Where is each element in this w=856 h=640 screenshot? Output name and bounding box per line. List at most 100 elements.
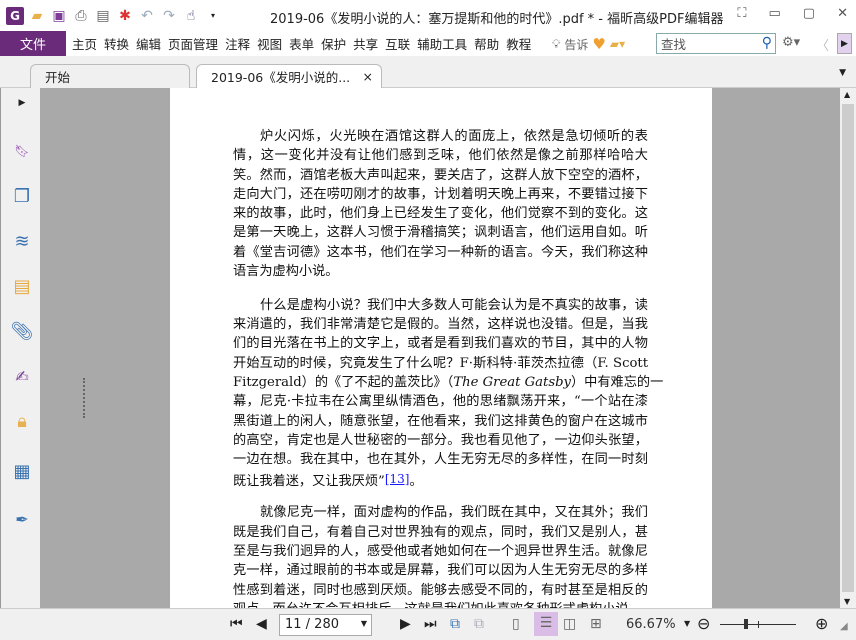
window-title: 2019-06《发明小说的人：塞万提斯和他的时代》.pdf * - 福昕高级PD… bbox=[270, 12, 724, 27]
text-line: 们的目光落在书上的文字上，或者是看到我们喜欢的节目，其中的人物 bbox=[233, 336, 648, 352]
zoom-slider[interactable] bbox=[720, 619, 796, 629]
new-document-icon[interactable]: ✱ bbox=[116, 7, 134, 25]
pdf-page: 炉火闪烁，火光映在酒馆这群人的面庞上，依然是急切倾听的表 情，这一变化并没有让他们… bbox=[170, 88, 712, 608]
menu-tab[interactable]: 注释 bbox=[225, 34, 250, 53]
page-number-value: 11 / 280 bbox=[285, 617, 339, 632]
form-fields-icon[interactable]: ▦ bbox=[11, 460, 33, 482]
text-line: 至是与我们迥异的人，感受他或者她如何在一个迥异世界生活。就像尼 bbox=[233, 543, 648, 559]
menu-tab[interactable]: 互联 bbox=[385, 34, 410, 53]
zoom-in-icon[interactable]: ⊕ bbox=[815, 614, 828, 633]
text-line: 观点，而允许不会互相排斥，这就是我们如此喜欢各种形式虚构小说 bbox=[233, 600, 648, 608]
footnote-link[interactable]: [13] bbox=[385, 472, 410, 486]
quick-access-toolbar: G ▰ ▣ ⎙ ▤ ✱ ↶ ↷ ☝ ▾ bbox=[0, 6, 222, 25]
ribbon-scroll-right-button[interactable]: ▶ bbox=[837, 33, 852, 54]
save-icon[interactable]: ▣ bbox=[50, 7, 68, 25]
find-folder-icon[interactable]: ▰▾ bbox=[610, 37, 625, 51]
paragraph: 炉火闪烁，火光映在酒馆这群人的面庞上，依然是急切倾听的表 情，这一变化并没有让他们… bbox=[233, 127, 648, 281]
menu-tab[interactable]: 帮助 bbox=[474, 34, 499, 53]
comments-icon[interactable]: ▤ bbox=[11, 275, 33, 297]
text-line: 来的故事，此时，他们身上已经发生了变化，他们觉察不到的变化。这 bbox=[233, 206, 648, 222]
search-icon[interactable]: ⚲ bbox=[762, 35, 772, 51]
minimize-icon[interactable]: ▭ bbox=[769, 6, 781, 21]
page-thumbnails-icon[interactable]: ❐ bbox=[11, 185, 33, 207]
paragraph: 就像尼克一样，面对虚构的作品，我们既在其中，又在其外；我们 既是我们自己，有着自己… bbox=[233, 503, 648, 608]
tell-me[interactable]: 💡︎ 告诉 ♥ ▰▾ bbox=[552, 35, 625, 53]
print-icon[interactable]: ⎙ bbox=[72, 7, 90, 25]
text-line: 笑。然而，酒馆老板大声叫起来，要关店了，这群人放下空空的酒杯， bbox=[233, 167, 648, 183]
text-line: 开始互动的时候，究竟发生了什么呢？F·斯科特·菲茨杰拉德（F. Scott bbox=[233, 355, 648, 371]
last-page-icon[interactable]: ⏭ bbox=[424, 616, 437, 632]
tab-label: 2019-06《发明小说的... bbox=[211, 70, 351, 85]
scroll-down-icon[interactable]: ▼ bbox=[844, 597, 850, 606]
facing-pages-icon[interactable]: ◫ bbox=[563, 616, 576, 632]
file-menu-button[interactable]: 文件 bbox=[0, 31, 66, 56]
page-text: 炉火闪烁，火光映在酒馆这群人的面庞上，依然是急切倾听的表 情，这一变化并没有让他们… bbox=[233, 127, 663, 608]
tab-close-icon[interactable]: × bbox=[363, 69, 373, 84]
zoom-out-icon[interactable]: ⊖ bbox=[697, 614, 710, 633]
tab-list-dropdown-icon[interactable]: ▼ bbox=[839, 68, 846, 78]
menu-tab[interactable]: 编辑 bbox=[136, 34, 161, 53]
text-line: 性感到着迷，同时也感到厌烦。能够去感受不同的，有时甚至是相反的 bbox=[233, 582, 648, 598]
attachment-icon[interactable]: 📎︎ bbox=[11, 320, 34, 342]
close-icon[interactable]: ✕ bbox=[837, 6, 848, 21]
previous-view-icon[interactable]: ⧉ bbox=[450, 616, 460, 632]
text-line: 着《堂吉诃德》这本书，他们在学习一种新的语言。今天，我们称这种 bbox=[233, 244, 648, 260]
zoom-slider-handle[interactable] bbox=[744, 619, 748, 629]
menu-tab[interactable]: 教程 bbox=[506, 34, 531, 53]
menu-tab[interactable]: 表单 bbox=[289, 34, 314, 53]
tab-start[interactable]: 开始 bbox=[30, 64, 190, 88]
zoom-slider-tick bbox=[758, 621, 759, 628]
menu-tab[interactable]: 页面管理 bbox=[168, 34, 218, 53]
bookmark-icon[interactable]: 🔖︎ bbox=[11, 140, 33, 162]
document-view: 炉火闪烁，火光映在酒馆这群人的面庞上，依然是急切倾听的表 情，这一变化并没有让他们… bbox=[40, 88, 840, 608]
fullscreen-icon[interactable]: ⛶ bbox=[737, 6, 746, 21]
title-bar: G ▰ ▣ ⎙ ▤ ✱ ↶ ↷ ☝ ▾ 2019-06《发明小说的人：塞万提斯和… bbox=[0, 0, 856, 31]
scroll-up-icon[interactable]: ▲ bbox=[844, 90, 850, 99]
tab-document[interactable]: 2019-06《发明小说的... × bbox=[196, 64, 382, 88]
continuous-facing-icon[interactable]: ⊞ bbox=[590, 616, 602, 632]
text-line: 走向大门，还在唠叨刚才的故事，计划着明天晚上再来，不要错过接下 bbox=[233, 186, 648, 202]
scrollbar-thumb[interactable] bbox=[842, 104, 854, 592]
security-lock-icon[interactable]: 🔒︎ bbox=[11, 410, 33, 432]
menu-tab[interactable]: 主页 bbox=[72, 34, 97, 53]
resize-grip-icon[interactable]: ◢ bbox=[840, 621, 848, 632]
settings-gear-icon[interactable]: ⚙▾ bbox=[782, 35, 800, 50]
customize-dropdown-icon[interactable]: ▾ bbox=[204, 7, 222, 25]
search-input[interactable]: 查找 ⚲ bbox=[656, 33, 776, 54]
menu-tabs: 主页 转换 编辑 页面管理 注释 视图 表单 保护 共享 互联 辅助工具 帮助 教程 bbox=[72, 34, 531, 53]
text-line: Fitzgerald）的《了不起的盖茨比》（The Great Gatsby）中… bbox=[233, 373, 663, 392]
signature-icon[interactable]: ✍︎ bbox=[11, 365, 33, 387]
certify-icon[interactable]: ✒︎ bbox=[11, 508, 33, 530]
open-folder-icon[interactable]: ▰ bbox=[28, 7, 46, 25]
menu-tab[interactable]: 视图 bbox=[257, 34, 282, 53]
expand-panel-icon[interactable]: ▶ bbox=[11, 92, 33, 114]
hand-tool-icon[interactable]: ☝ bbox=[182, 7, 200, 25]
next-view-icon[interactable]: ⧉ bbox=[474, 616, 484, 632]
maximize-icon[interactable]: ▢ bbox=[803, 6, 815, 21]
menu-tab[interactable]: 保护 bbox=[321, 34, 346, 53]
page-dropdown-icon[interactable]: ▼ bbox=[361, 619, 367, 628]
scroll-left-icon[interactable]: 〈 bbox=[816, 35, 829, 54]
text-line: 来消遣的，我们非常清楚它是假的。当然，这样说也没错。但是，当我 bbox=[233, 317, 648, 333]
next-page-icon[interactable]: ▶ bbox=[400, 616, 411, 632]
menu-tab[interactable]: 转换 bbox=[104, 34, 129, 53]
tell-me-label: 告诉 bbox=[564, 37, 589, 52]
search-placeholder: 查找 bbox=[661, 37, 687, 52]
redo-icon[interactable]: ↷ bbox=[160, 7, 178, 25]
continuous-page-icon[interactable]: ☰ bbox=[534, 612, 558, 636]
zoom-dropdown-icon[interactable]: ▼ bbox=[684, 619, 690, 628]
first-page-icon[interactable]: ⏮ bbox=[230, 616, 243, 632]
undo-icon[interactable]: ↶ bbox=[138, 7, 156, 25]
menu-tab[interactable]: 共享 bbox=[353, 34, 378, 53]
previous-page-icon[interactable]: ◀ bbox=[256, 616, 267, 632]
menu-tab[interactable]: 辅助工具 bbox=[417, 34, 467, 53]
zoom-level[interactable]: 66.67% bbox=[626, 617, 676, 632]
panel-resize-grip[interactable] bbox=[83, 378, 85, 418]
properties-icon[interactable]: ▤ bbox=[94, 7, 112, 25]
text-line: 的高空，肯定也是人世秘密的一部分。我也看见他了，一边仰头张望， bbox=[233, 432, 648, 448]
layers-icon[interactable]: ≋ bbox=[11, 230, 33, 252]
single-page-icon[interactable]: ▯ bbox=[512, 616, 520, 632]
heart-icon[interactable]: ♥ bbox=[592, 35, 605, 53]
page-number-input[interactable]: 11 / 280 ▼ bbox=[279, 614, 372, 636]
vertical-scrollbar[interactable]: ▲ ▼ bbox=[840, 88, 856, 608]
